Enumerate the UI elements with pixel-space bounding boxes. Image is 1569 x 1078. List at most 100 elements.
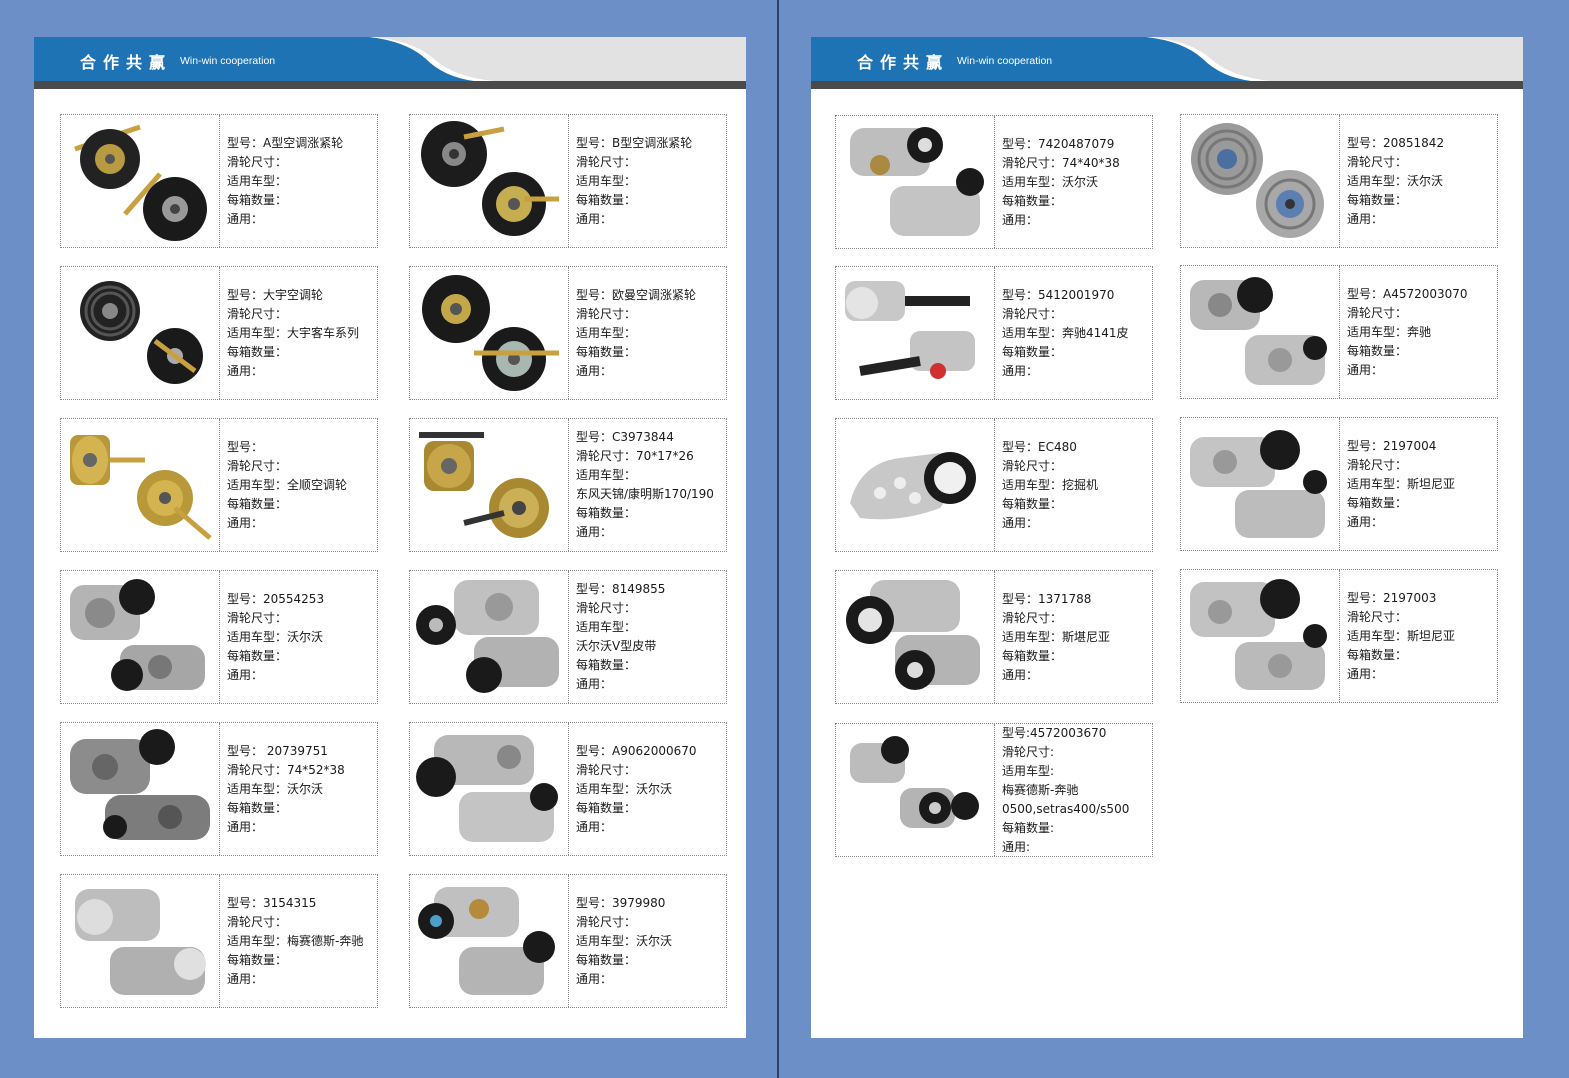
vehicle-label: 适用车型：沃尔沃 xyxy=(576,933,673,948)
product-info: 型号：EC480 滑轮尺寸： 适用车型：挖掘机 每箱数量： 通用： xyxy=(1002,419,1152,551)
right-page: 合作共赢 Win-win cooperation 型号：7420487079 滑… xyxy=(811,37,1523,1038)
product-card[interactable]: 型号：A9062000670 滑轮尺寸： 适用车型：沃尔沃 每箱数量： 通用： xyxy=(409,722,727,856)
product-info: 型号：7420487079 滑轮尺寸：74*40*38 适用车型：沃尔沃 每箱数… xyxy=(1002,116,1152,248)
qty-label: 每箱数量: xyxy=(1002,820,1055,835)
vehicle-label: 适用车型：斯堪尼亚 xyxy=(1002,629,1111,644)
product-card[interactable]: 型号：EC480 滑轮尺寸： 适用车型：挖掘机 每箱数量： 通用： xyxy=(835,418,1153,552)
product-card[interactable]: 型号：欧曼空调涨紧轮 滑轮尺寸： 适用车型： 每箱数量： 通用： xyxy=(409,266,727,400)
product-card[interactable]: 型号：5412001970 滑轮尺寸： 适用车型：奔驰4141皮 每箱数量： 通… xyxy=(835,266,1153,400)
product-image xyxy=(61,419,220,551)
product-info: 型号： 20739751 滑轮尺寸：74*52*38 适用车型：沃尔沃 每箱数量… xyxy=(227,723,377,855)
product-card[interactable]: 型号：大宇空调轮 滑轮尺寸： 适用车型：大宇客车系列 每箱数量： 通用： xyxy=(60,266,378,400)
model-label: 型号：欧曼空调涨紧轮 xyxy=(576,287,697,302)
size-label: 滑轮尺寸： xyxy=(1002,458,1063,473)
product-card[interactable]: 型号：20851842 滑轮尺寸： 适用车型：沃尔沃 每箱数量： 通用： xyxy=(1180,114,1498,248)
general-label: 通用： xyxy=(1002,363,1039,378)
general-label: 通用： xyxy=(1347,211,1384,226)
product-image xyxy=(1181,570,1340,702)
size-label: 滑轮尺寸： xyxy=(576,306,637,321)
product-card[interactable]: 型号：20554253 滑轮尺寸： 适用车型：沃尔沃 每箱数量： 通用： xyxy=(60,570,378,704)
qty-label: 每箱数量： xyxy=(576,506,637,520)
product-card[interactable]: 型号：3979980 滑轮尺寸： 适用车型：沃尔沃 每箱数量： 通用： xyxy=(409,874,727,1008)
product-card[interactable]: 型号：3154315 滑轮尺寸： 适用车型：梅赛德斯-奔驰 每箱数量： 通用： xyxy=(60,874,378,1008)
model-label: 型号：C3973844 xyxy=(576,430,674,444)
product-image xyxy=(1181,115,1340,247)
model-label: 型号： 20739751 xyxy=(227,743,328,758)
qty-label: 每箱数量： xyxy=(1347,647,1408,662)
product-info: 型号：20554253 滑轮尺寸： 适用车型：沃尔沃 每箱数量： 通用： xyxy=(227,571,377,703)
size-label: 滑轮尺寸： xyxy=(576,601,637,615)
qty-label: 每箱数量： xyxy=(227,952,288,967)
size-label: 滑轮尺寸：74*40*38 xyxy=(1002,155,1120,170)
size-label: 滑轮尺寸： xyxy=(1347,305,1408,320)
vehicle-detail-label: 沃尔沃V型皮带 xyxy=(576,639,657,653)
page-header: 合作共赢 Win-win cooperation xyxy=(811,37,1523,89)
general-label: 通用： xyxy=(576,363,613,378)
qty-label: 每箱数量： xyxy=(227,192,288,207)
size-label: 滑轮尺寸： xyxy=(227,306,288,321)
vehicle-label: 适用车型： xyxy=(576,620,637,634)
product-card[interactable]: 型号：B型空调涨紧轮 滑轮尺寸： 适用车型： 每箱数量： 通用： xyxy=(409,114,727,248)
qty-label: 每箱数量： xyxy=(1002,648,1063,663)
product-card[interactable]: 型号：2197004 滑轮尺寸： 适用车型：斯坦尼亚 每箱数量： 通用： xyxy=(1180,417,1498,551)
product-image xyxy=(61,115,220,247)
model-label: 型号：20851842 xyxy=(1347,135,1445,150)
product-info: 型号： 滑轮尺寸： 适用车型：全顺空调轮 每箱数量： 通用： xyxy=(227,419,377,551)
product-info: 型号：3154315 滑轮尺寸： 适用车型：梅赛德斯-奔驰 每箱数量： 通用： xyxy=(227,875,377,1007)
model-label: 型号:4572003670 xyxy=(1002,725,1107,740)
product-info: 型号：1371788 滑轮尺寸： 适用车型：斯堪尼亚 每箱数量： 通用： xyxy=(1002,571,1152,703)
product-image xyxy=(410,419,569,551)
general-label: 通用： xyxy=(1347,362,1384,377)
product-card[interactable]: 型号：2197003 滑轮尺寸： 适用车型：斯坦尼亚 每箱数量： 通用： xyxy=(1180,569,1498,703)
product-image xyxy=(410,115,569,247)
vehicle-label: 适用车型：沃尔沃 xyxy=(227,781,324,796)
vehicle-label: 适用车型：斯坦尼亚 xyxy=(1347,628,1456,643)
product-image xyxy=(410,267,569,399)
product-image xyxy=(61,571,220,703)
qty-label: 每箱数量： xyxy=(227,648,288,663)
qty-label: 每箱数量： xyxy=(1002,496,1063,511)
qty-label: 每箱数量： xyxy=(1002,344,1063,359)
size-label: 滑轮尺寸： xyxy=(1347,457,1408,472)
header-title-en: Win-win cooperation xyxy=(957,55,1053,67)
product-card[interactable]: 型号： 20739751 滑轮尺寸：74*52*38 适用车型：沃尔沃 每箱数量… xyxy=(60,722,378,856)
size-label: 滑轮尺寸： xyxy=(1347,154,1408,169)
general-label: 通用： xyxy=(1002,667,1039,682)
vehicle-detail-label: 0500,setras400/s500 xyxy=(1002,801,1130,816)
header-title-cn: 合作共赢 xyxy=(80,53,173,72)
product-card[interactable]: 型号： 滑轮尺寸： 适用车型：全顺空调轮 每箱数量： 通用： xyxy=(60,418,378,552)
size-label: 滑轮尺寸： xyxy=(1002,306,1063,321)
book-spine xyxy=(777,0,779,1078)
product-image xyxy=(836,419,995,551)
product-info: 型号：A4572003070 滑轮尺寸： 适用车型：奔驰 每箱数量： 通用： xyxy=(1347,266,1497,398)
size-label: 滑轮尺寸： xyxy=(227,914,288,929)
product-image xyxy=(410,875,569,1007)
model-label: 型号：大宇空调轮 xyxy=(227,287,324,302)
product-image xyxy=(1181,418,1340,550)
product-info: 型号：3979980 滑轮尺寸： 适用车型：沃尔沃 每箱数量： 通用： xyxy=(576,875,726,1007)
qty-label: 每箱数量： xyxy=(576,344,637,359)
product-info: 型号：欧曼空调涨紧轮 滑轮尺寸： 适用车型： 每箱数量： 通用： xyxy=(576,267,726,399)
size-label: 滑轮尺寸：74*52*38 xyxy=(227,762,345,777)
product-card[interactable]: 型号：8149855 滑轮尺寸： 适用车型： 沃尔沃V型皮带 每箱数量： 通用： xyxy=(409,570,727,704)
vehicle-label: 适用车型： xyxy=(576,325,637,340)
size-label: 滑轮尺寸： xyxy=(227,458,288,473)
vehicle-label: 适用车型： xyxy=(576,468,637,482)
product-card[interactable]: 型号：C3973844 滑轮尺寸：70*17*26 适用车型： 东风天锦/康明斯… xyxy=(409,418,727,552)
product-card[interactable]: 型号：A型空调涨紧轮 滑轮尺寸： 适用车型： 每箱数量： 通用： xyxy=(60,114,378,248)
product-info: 型号：8149855 滑轮尺寸： 适用车型： 沃尔沃V型皮带 每箱数量： 通用： xyxy=(576,571,726,703)
product-info: 型号：20851842 滑轮尺寸： 适用车型：沃尔沃 每箱数量： 通用： xyxy=(1347,115,1497,247)
size-label: 滑轮尺寸： xyxy=(1002,610,1063,625)
vehicle-label: 适用车型：斯坦尼亚 xyxy=(1347,476,1456,491)
model-label: 型号：2197003 xyxy=(1347,590,1437,605)
product-card[interactable]: 型号：A4572003070 滑轮尺寸： 适用车型：奔驰 每箱数量： 通用： xyxy=(1180,265,1498,399)
product-card[interactable]: 型号:4572003670 滑轮尺寸: 适用车型: 梅赛德斯-奔驰 0500,s… xyxy=(835,723,1153,857)
general-label: 通用： xyxy=(227,515,264,530)
product-info: 型号：C3973844 滑轮尺寸：70*17*26 适用车型： 东风天锦/康明斯… xyxy=(576,419,726,551)
vehicle-label: 适用车型：梅赛德斯-奔驰 xyxy=(227,933,364,948)
product-card[interactable]: 型号：1371788 滑轮尺寸： 适用车型：斯堪尼亚 每箱数量： 通用： xyxy=(835,570,1153,704)
product-card[interactable]: 型号：7420487079 滑轮尺寸：74*40*38 适用车型：沃尔沃 每箱数… xyxy=(835,115,1153,249)
model-label: 型号：7420487079 xyxy=(1002,136,1115,151)
product-image xyxy=(836,267,995,399)
general-label: 通用： xyxy=(1002,212,1039,227)
